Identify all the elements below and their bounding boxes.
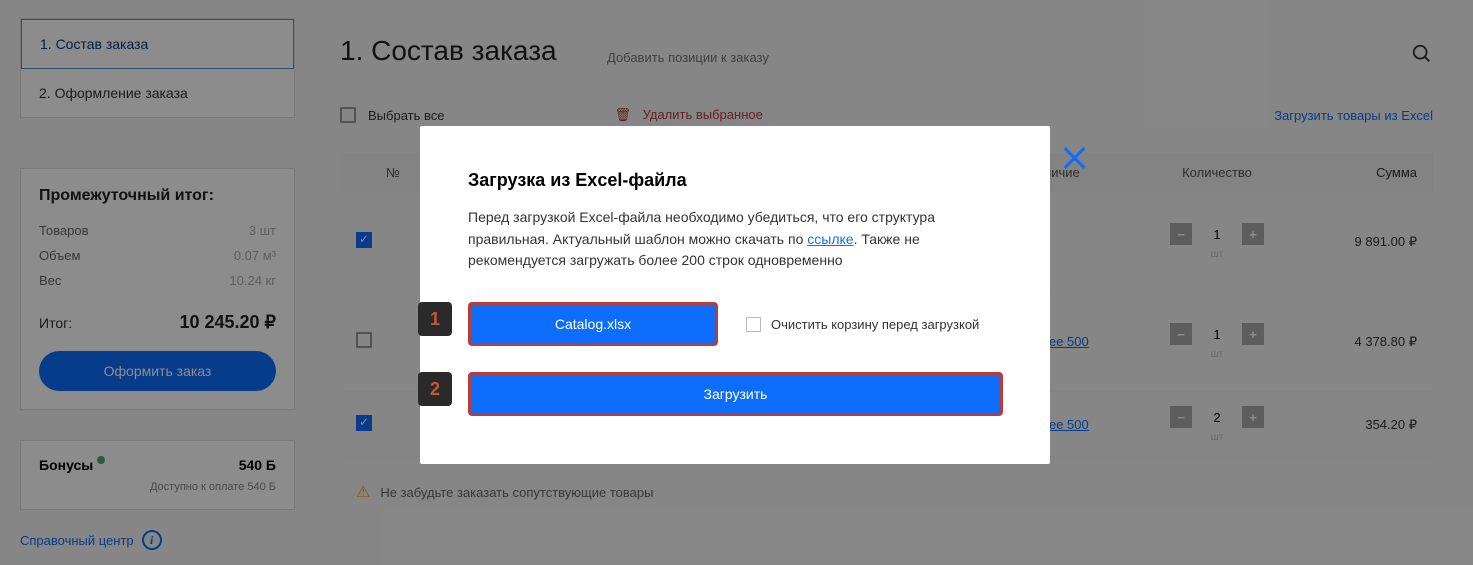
- clear-cart-label: Очистить корзину перед загрузкой: [771, 317, 979, 332]
- clear-cart-option[interactable]: Очистить корзину перед загрузкой: [746, 317, 979, 332]
- modal-description: Перед загрузкой Excel-файла необходимо у…: [468, 207, 1002, 272]
- file-select-button[interactable]: Catalog.xlsx: [468, 302, 718, 346]
- modal-title: Загрузка из Excel-файла: [468, 170, 1002, 191]
- clear-cart-checkbox[interactable]: [746, 317, 761, 332]
- close-button[interactable]: [1060, 144, 1088, 172]
- annotation-badge-1: 1: [418, 302, 452, 336]
- upload-button[interactable]: Загрузить: [468, 372, 1003, 416]
- annotation-badge-2: 2: [418, 372, 452, 406]
- excel-upload-modal: Загрузка из Excel-файла Перед загрузкой …: [420, 126, 1050, 464]
- template-link[interactable]: ссылке: [807, 231, 853, 247]
